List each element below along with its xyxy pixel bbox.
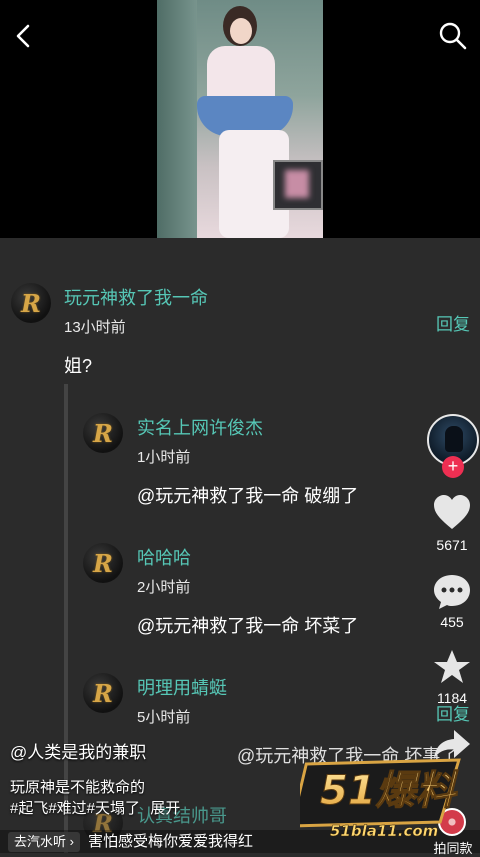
chevron-left-icon (16, 24, 30, 48)
heart-icon[interactable] (432, 494, 472, 532)
video-hashtags: #起飞#难过#天塌了 展开 (10, 797, 180, 818)
reply-time: 5小时前 (137, 709, 191, 726)
avatar[interactable]: R (83, 673, 123, 713)
reply-text: @玩元神救了我一命 坏事了 (237, 746, 459, 766)
video-background (157, 0, 197, 238)
video-thumbnail[interactable] (157, 0, 323, 238)
reply-username[interactable]: 哈哈哈 (137, 544, 191, 570)
share-icon[interactable] (432, 728, 472, 762)
reply-time: 2小时前 (137, 579, 191, 596)
share-count: 6 (448, 768, 456, 784)
reply-button[interactable]: 回复 (436, 310, 470, 335)
reply-time: 1小时前 (137, 449, 191, 466)
avatar[interactable]: R (11, 283, 51, 323)
reply-text: @玩元神救了我一命 坏菜了 (137, 616, 359, 636)
star-icon[interactable] (432, 648, 472, 686)
expand-button[interactable]: 展开 (150, 800, 180, 817)
video-player[interactable] (0, 0, 480, 238)
avatar[interactable]: R (83, 413, 123, 453)
comment-icon[interactable] (432, 573, 472, 611)
hashtag-list[interactable]: #起飞#难过#天塌了 (10, 800, 140, 817)
reply-username[interactable]: 实名上网许俊杰 (137, 414, 263, 440)
search-button[interactable] (438, 20, 468, 52)
reply-text: @玩元神救了我一命 破绷了 (137, 486, 359, 506)
like-count: 5671 (436, 537, 468, 553)
video-subject-face (230, 18, 252, 44)
favorite-count: 1184 (436, 690, 468, 706)
shoot-same-button[interactable]: 拍同款 (428, 808, 478, 856)
video-tablet (273, 160, 323, 210)
music-disc-icon (438, 808, 466, 836)
video-caption-line: 玩原神是不能救命的 (10, 779, 146, 796)
comment-text: 姐? (64, 356, 93, 376)
shoot-same-label: 拍同款 (433, 841, 473, 856)
back-button[interactable] (8, 20, 40, 52)
video-author[interactable]: @人类是我的兼职 (10, 738, 146, 763)
avatar[interactable]: R (83, 543, 123, 583)
search-icon (439, 22, 467, 50)
comment-username[interactable]: 玩元神救了我一命 (64, 284, 208, 310)
comment-time: 13小时前 (64, 319, 126, 336)
follow-button[interactable]: + (442, 456, 464, 478)
music-title[interactable]: 害怕感受梅你爱爱我得红 (88, 832, 253, 852)
reply-username[interactable]: 明理用蜻蜓 (137, 674, 227, 700)
music-chip[interactable]: 去汽水听 › (8, 832, 80, 852)
comment-count: 455 (440, 614, 464, 630)
